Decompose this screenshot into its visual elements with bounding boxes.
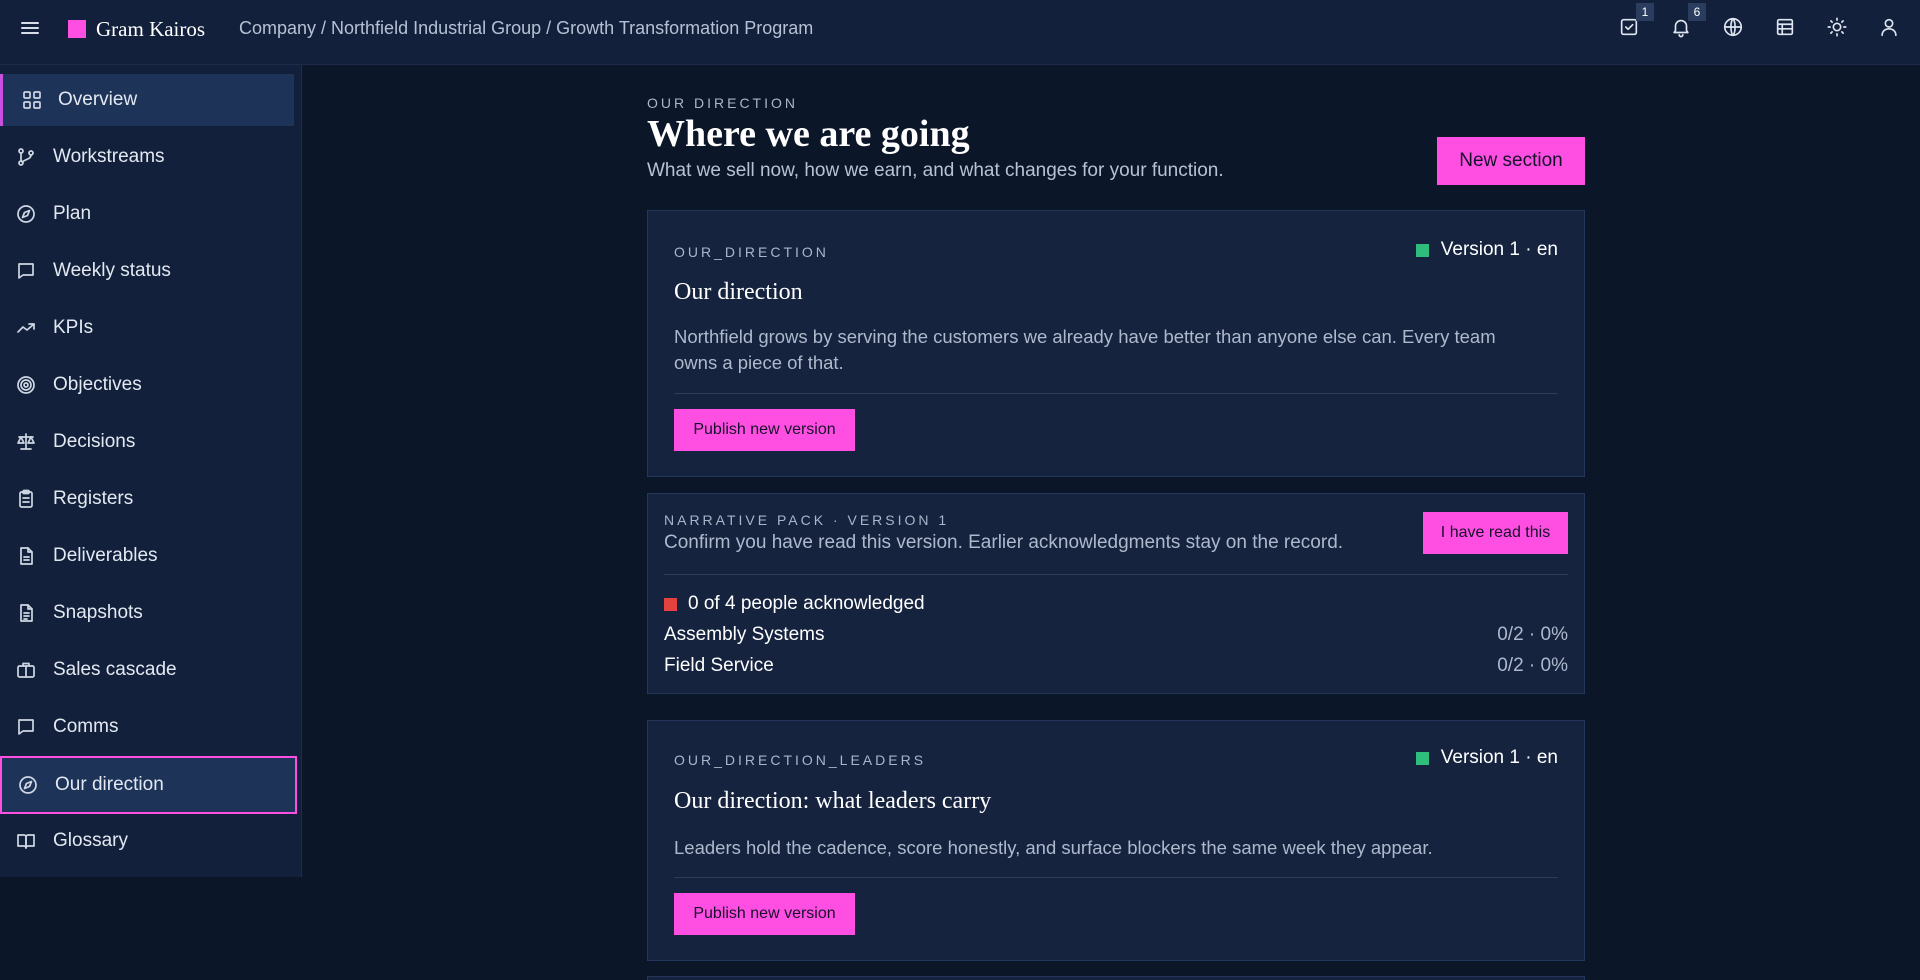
notifications-button[interactable]: 6 [1670,3,1706,40]
sidebar-item-snapshots[interactable]: Snapshots [0,587,294,639]
notifications-count-badge: 6 [1688,3,1706,21]
top-bar: Gram Kairos Company / Northfield Industr… [0,0,1920,65]
sidebar-item-label: Our direction [55,774,164,795]
page-title: Where we are going [647,113,970,155]
sidebar-item-decisions[interactable]: Decisions [0,416,294,468]
section-body: Northfield grows by serving the customer… [674,326,1496,373]
team-progress: 0/2 · 0% [1497,624,1568,645]
divider [664,574,1568,575]
sidebar-item-workstreams[interactable]: Workstreams [0,131,294,183]
new-section-button[interactable]: New section [1437,137,1585,185]
sidebar-item-deliverables[interactable]: Deliverables [0,530,294,582]
section-card: OUR_DIRECTION_LEADERS Version 1 · en Our… [647,720,1585,961]
section-card: OUR_DIRECTION Version 1 · en Our directi… [647,210,1585,477]
publish-new-version-button[interactable]: Publish new version [674,409,855,451]
message-icon [16,717,36,737]
version-indicator: Version 1 · en [1415,239,1558,261]
team-name: Assembly Systems [664,624,825,645]
section-key: OUR_DIRECTION [674,244,829,260]
page-eyebrow: OUR DIRECTION [647,95,798,111]
section-card [647,976,1585,980]
scale-icon [16,432,36,452]
branch-icon [16,147,36,167]
page-subtitle: What we sell now, how we earn, and what … [647,160,1224,181]
version-label: Version 1 · en [1440,239,1558,260]
sidebar-item-label: Sales cascade [53,659,177,680]
acknowledgment-card: NARRATIVE PACK · VERSION 1 Confirm you h… [647,493,1585,694]
section-body: Leaders hold the cadence, score honestly… [674,837,1433,858]
breadcrumb: Company / Northfield Industrial Group / … [239,18,814,38]
sidebar: Overview Workstreams Plan Weekly status … [0,65,302,877]
brand[interactable]: Gram Kairos [68,16,205,42]
section-title: Our direction: what leaders carry [674,788,992,814]
i-have-read-this-button[interactable]: I have read this [1423,512,1568,554]
status-dot [664,597,677,611]
divider [674,877,1558,878]
section-key: OUR_DIRECTION_LEADERS [674,752,927,768]
sidebar-item-label: KPIs [53,317,94,338]
menu-icon[interactable] [20,19,40,39]
acknowledgment-summary-text: 0 of 4 people acknowledged [688,593,925,614]
compass-icon [18,775,38,795]
tasks-count-badge: 1 [1636,3,1654,21]
target-icon [16,375,36,395]
message-icon [16,261,36,281]
trending-up-icon [16,318,36,338]
brand-name: Gram Kairos [96,16,206,41]
team-name: Field Service [664,655,774,676]
sidebar-item-label: Objectives [53,374,142,395]
tasks-button[interactable]: 1 [1618,3,1654,40]
sidebar-item-label: Glossary [53,830,128,851]
status-dot [1415,751,1429,765]
language-button[interactable] [1722,16,1746,40]
team-progress: 0/2 · 0% [1497,655,1568,676]
section-title: Our direction [674,279,803,305]
user-icon [1881,18,1897,37]
publish-new-version-button[interactable]: Publish new version [674,893,855,935]
grid-icon [22,90,42,110]
table-view-button[interactable] [1774,16,1798,40]
sidebar-item-our-direction[interactable]: Our direction [0,756,297,814]
sidebar-item-label: Overview [58,89,138,110]
user-menu-button[interactable] [1878,16,1902,40]
sidebar-item-label: Snapshots [53,602,143,623]
book-open-icon [16,831,36,851]
sidebar-item-sales-cascade[interactable]: Sales cascade [0,644,294,696]
acknowledgment-text: Confirm you have read this version. Earl… [664,532,1344,553]
sidebar-item-kpis[interactable]: KPIs [0,302,294,354]
divider [674,393,1558,394]
sidebar-item-plan[interactable]: Plan [0,188,294,240]
acknowledgment-eyebrow: NARRATIVE PACK · VERSION 1 [664,512,950,528]
globe-icon [1723,17,1743,37]
sidebar-item-label: Comms [53,716,119,737]
file-text-icon [16,603,36,623]
brand-logo [68,20,86,38]
sidebar-item-weekly-status[interactable]: Weekly status [0,245,294,297]
table-icon [1776,18,1794,36]
theme-toggle[interactable] [1826,16,1850,40]
sidebar-item-glossary[interactable]: Glossary [0,815,294,867]
sidebar-item-label: Decisions [53,431,136,452]
list-item: Field Service 0/2 · 0% [664,655,1568,679]
status-dot [1415,243,1429,257]
version-indicator: Version 1 · en [1415,747,1558,769]
sidebar-item-label: Weekly status [53,260,171,281]
clipboard-icon [16,489,36,509]
sidebar-item-label: Workstreams [53,146,165,167]
sidebar-item-registers[interactable]: Registers [0,473,294,525]
sun-icon [1827,17,1847,37]
list-item: Assembly Systems 0/2 · 0% [664,624,1568,648]
compass-icon [16,204,36,224]
sidebar-item-overview[interactable]: Overview [0,74,294,126]
sidebar-item-label: Plan [53,203,92,224]
file-icon [16,546,36,566]
acknowledgment-summary: 0 of 4 people acknowledged [664,593,925,615]
sidebar-item-label: Deliverables [53,545,158,566]
sidebar-item-comms[interactable]: Comms [0,701,294,753]
sidebar-item-label: Registers [53,488,134,509]
version-label: Version 1 · en [1440,747,1558,768]
sidebar-item-objectives[interactable]: Objectives [0,359,294,411]
briefcase-icon [16,660,36,680]
